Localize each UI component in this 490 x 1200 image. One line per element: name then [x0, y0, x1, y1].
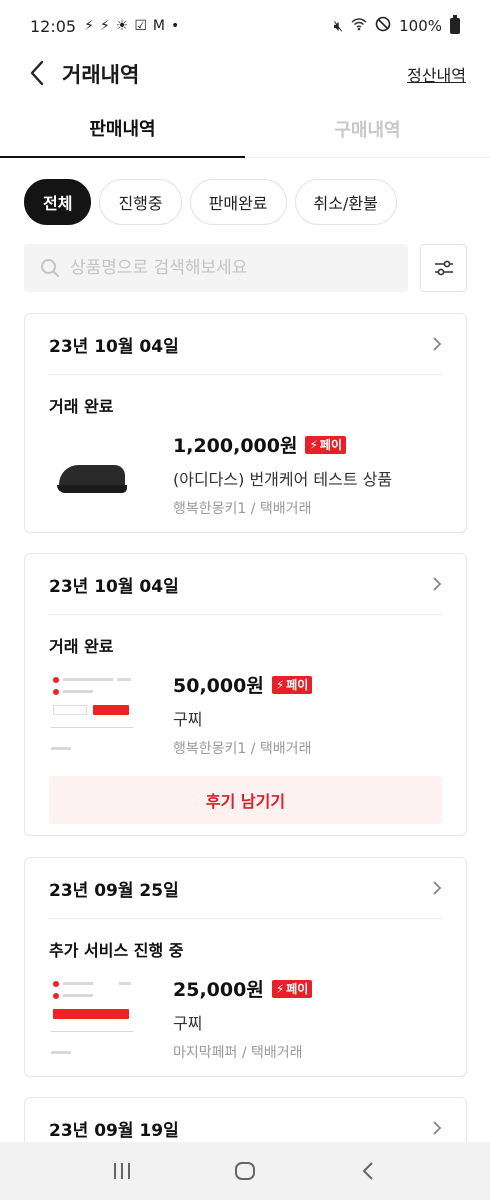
pay-badge-label: 페이	[286, 678, 309, 692]
check-box-icon: ☑	[134, 18, 147, 34]
product-thumbnail	[49, 671, 135, 757]
filter-chips: 전체 진행중 판매완료 취소/환불	[24, 179, 397, 225]
lightning-icon: ⚡	[275, 677, 285, 692]
lightning-icon: ⚡	[275, 981, 285, 996]
order-info: 25,000원 ⚡ 페이 구찌 마지막페퍼 / 택배거래	[173, 975, 313, 1062]
lightning-icon: ⚡	[99, 18, 110, 34]
status-bar: 12:05 ⚡ ⚡ ☀ ☑ M • 🔇︎ 100%	[0, 0, 490, 52]
order-status: 추가 서비스 진행 중	[49, 941, 184, 960]
tab-bar: 판매내역 구매내역	[0, 100, 490, 158]
order-date: 23년 10월 04일	[49, 576, 179, 597]
order-body: 25,000원 ⚡ 페이 구찌 마지막페퍼 / 택배거래	[25, 975, 466, 1062]
sliders-icon	[434, 260, 453, 276]
recent-apps-button[interactable]	[102, 1151, 142, 1191]
write-review-button[interactable]: 후기 남기기	[49, 776, 442, 824]
chevron-right-icon	[433, 337, 442, 351]
filter-chip-in-progress[interactable]: 진행중	[99, 179, 182, 225]
filter-chip-sold[interactable]: 판매완료	[189, 179, 287, 225]
status-right: 🔇︎ 100%	[333, 15, 460, 36]
mute-icon: 🔇︎	[333, 17, 344, 35]
order-date-row[interactable]: 23년 10월 04일	[25, 554, 466, 614]
order-price: 1,200,000원	[173, 435, 298, 457]
order-date-row[interactable]: 23년 09월 25일	[25, 858, 466, 918]
order-date: 23년 10월 04일	[49, 336, 179, 357]
pay-badge: ⚡ 페이	[271, 979, 313, 998]
home-icon	[234, 1162, 255, 1180]
seller-info: 행복한몽키1 / 택배거래	[173, 501, 312, 517]
product-name: (아디다스) 번개케어 테스트 상품	[173, 470, 393, 489]
order-date-row[interactable]: 23년 10월 04일	[25, 314, 466, 374]
document-image	[49, 671, 135, 757]
divider	[49, 918, 442, 919]
gmail-icon: M	[152, 18, 166, 34]
status-time: 12:05	[30, 16, 77, 36]
divider	[49, 374, 442, 375]
search-icon	[41, 259, 59, 277]
order-status: 거래 완료	[49, 397, 114, 416]
price-row: 25,000원 ⚡ 페이	[173, 975, 313, 1002]
order-price: 50,000원	[173, 675, 264, 697]
pay-badge: ⚡ 페이	[271, 675, 313, 694]
document-image	[49, 975, 135, 1061]
page-title: 거래내역	[62, 63, 140, 87]
order-price: 25,000원	[173, 979, 264, 1001]
chevron-right-icon	[433, 577, 442, 591]
filter-chip-cancel-refund[interactable]: 취소/환불	[294, 179, 397, 225]
filter-button[interactable]	[420, 244, 467, 292]
back-icon	[362, 1162, 374, 1180]
chevron-left-icon	[30, 60, 44, 86]
price-row: 50,000원 ⚡ 페이	[173, 671, 313, 698]
battery-percent: 100%	[399, 17, 442, 35]
shoe-image	[59, 465, 125, 487]
pay-badge-label: 페이	[319, 438, 342, 452]
order-body: 50,000원 ⚡ 페이 구찌 행복한몽키1 / 택배거래	[25, 671, 466, 758]
home-button[interactable]	[225, 1151, 265, 1191]
product-thumbnail	[49, 975, 135, 1061]
shoe-sole	[57, 485, 127, 493]
product-thumbnail	[49, 431, 135, 517]
price-row: 1,200,000원 ⚡ 페이	[173, 431, 392, 458]
order-date: 23년 09월 25일	[49, 880, 179, 901]
pay-badge: ⚡ 페이	[305, 435, 346, 454]
search-input[interactable]	[70, 258, 390, 278]
divider	[49, 614, 442, 615]
lightning-icon: ⚡	[309, 437, 318, 452]
chevron-right-icon	[433, 1121, 442, 1135]
seller-info: 마지막페퍼 / 택배거래	[173, 1045, 303, 1061]
sun-icon: ☀	[115, 18, 129, 34]
order-card[interactable]: 23년 09월 25일 추가 서비스 진행 중 25,000원 ⚡ 페이 구찌 마…	[24, 857, 467, 1077]
order-date: 23년 09월 19일	[49, 1120, 179, 1141]
order-body: 1,200,000원 ⚡ 페이 (아디다스) 번개케어 테스트 상품 행복한몽키1…	[25, 431, 466, 518]
notification-icons: ⚡ ⚡ ☀ ☑ M •	[84, 18, 179, 34]
order-card[interactable]: 23년 10월 04일 거래 완료 50,000원 ⚡ 페이 구찌 행복한몽키1…	[24, 553, 467, 836]
do-not-disturb-icon	[375, 16, 391, 36]
pay-badge-label: 페이	[286, 982, 309, 996]
order-card[interactable]: 23년 10월 04일 거래 완료 1,200,000원 ⚡ 페이 (아디다스) …	[24, 313, 467, 533]
back-button[interactable]	[22, 58, 52, 88]
dot-icon: •	[171, 18, 180, 34]
app-header: 거래내역 정산내역	[0, 52, 490, 94]
product-name: 구찌	[173, 1014, 203, 1033]
chevron-right-icon	[433, 881, 442, 895]
search-bar	[24, 244, 408, 292]
system-nav-bar	[0, 1142, 490, 1200]
order-status: 거래 완료	[49, 637, 114, 656]
tab-purchases[interactable]: 구매내역	[245, 100, 490, 158]
order-info: 50,000원 ⚡ 페이 구찌 행복한몽키1 / 택배거래	[173, 671, 313, 758]
battery-icon	[450, 15, 460, 34]
recent-apps-icon	[113, 1163, 130, 1179]
product-name: 구찌	[173, 710, 203, 729]
order-info: 1,200,000원 ⚡ 페이 (아디다스) 번개케어 테스트 상품 행복한몽키1…	[173, 431, 392, 518]
seller-info: 행복한몽키1 / 택배거래	[173, 741, 312, 757]
lightning-icon: ⚡	[84, 18, 94, 34]
settlement-link[interactable]: 정산내역	[407, 62, 466, 86]
filter-chip-all[interactable]: 전체	[24, 179, 92, 225]
back-nav-button[interactable]	[348, 1151, 388, 1191]
tab-sales[interactable]: 판매내역	[0, 100, 245, 158]
wifi-icon	[351, 17, 367, 35]
